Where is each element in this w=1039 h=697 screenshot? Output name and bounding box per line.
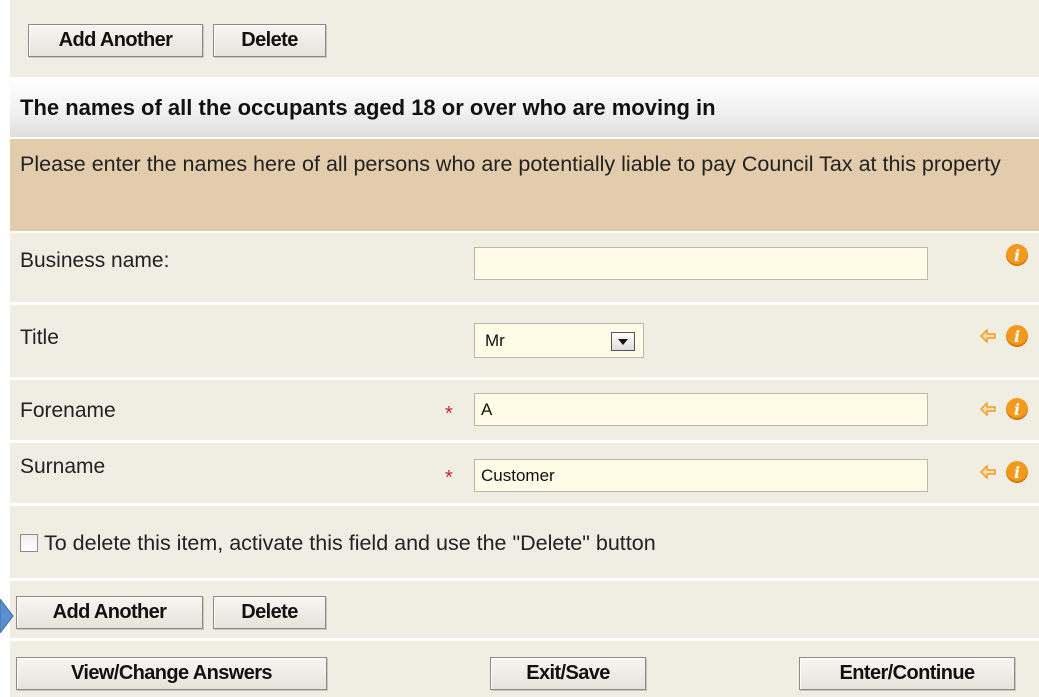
back-arrow-icon[interactable]	[980, 464, 996, 484]
title-select-value: Mr	[485, 330, 505, 350]
required-marker: *	[445, 403, 453, 425]
required-marker: *	[445, 467, 453, 489]
back-arrow-icon[interactable]	[980, 401, 996, 421]
info-icon[interactable]: i	[1006, 244, 1028, 266]
title-select[interactable]: Mr	[474, 323, 644, 358]
pointer-arrow-icon	[0, 598, 14, 638]
back-arrow-icon[interactable]	[980, 328, 996, 348]
section-title: The names of all the occupants aged 18 o…	[10, 79, 1039, 137]
surname-label: Surname	[20, 455, 106, 478]
add-another-button[interactable]: Add Another	[16, 596, 203, 629]
surname-row: Surname * i	[10, 443, 1039, 503]
forename-row: Forename * i	[10, 380, 1039, 440]
add-another-button-top[interactable]: Add Another	[28, 24, 203, 57]
info-icon[interactable]: i	[1006, 325, 1028, 347]
info-icon[interactable]: i	[1006, 461, 1028, 483]
business-name-input[interactable]	[474, 247, 928, 280]
instructions-text: Please enter the names here of all perso…	[10, 139, 1039, 231]
delete-button-top[interactable]: Delete	[213, 24, 326, 57]
title-label: Title	[20, 326, 59, 349]
enter-continue-button[interactable]: Enter/Continue	[799, 657, 1015, 690]
forename-input[interactable]	[474, 393, 928, 426]
info-icon[interactable]: i	[1006, 398, 1028, 420]
delete-button[interactable]: Delete	[213, 596, 326, 629]
exit-save-button[interactable]: Exit/Save	[490, 657, 646, 690]
business-name-row: Business name: i	[10, 233, 1039, 302]
delete-checkbox[interactable]	[20, 534, 38, 552]
business-name-label: Business name:	[20, 249, 170, 272]
surname-input[interactable]	[474, 459, 928, 492]
chevron-down-icon[interactable]	[611, 332, 635, 351]
title-row: Title Mr i	[10, 305, 1039, 377]
delete-checkbox-label: To delete this item, activate this field…	[44, 531, 656, 555]
view-change-answers-button[interactable]: View/Change Answers	[16, 657, 327, 690]
forename-label: Forename	[20, 399, 116, 422]
